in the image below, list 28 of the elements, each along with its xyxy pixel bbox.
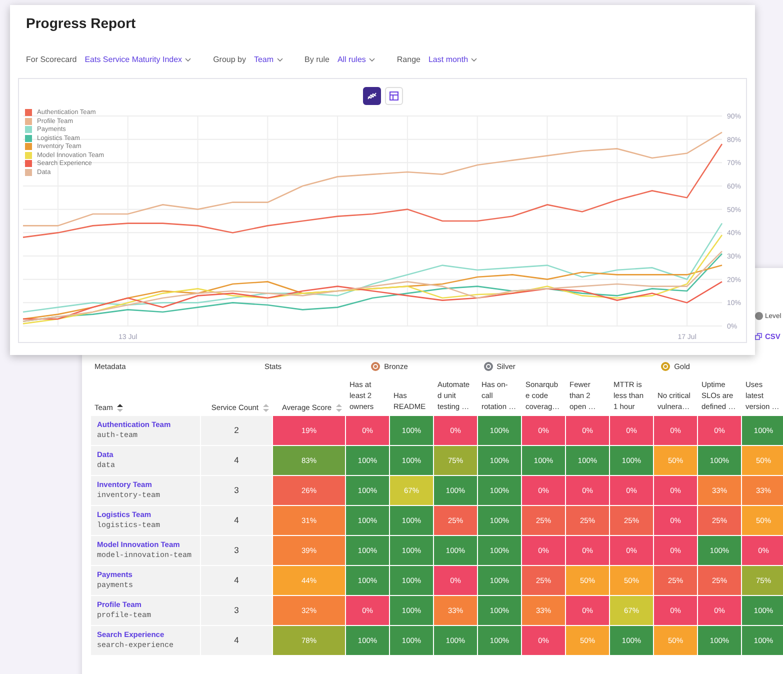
- service-count: 4: [200, 445, 272, 476]
- table-view-button[interactable]: [384, 87, 402, 105]
- filter-dropdown[interactable]: All rules: [337, 55, 375, 64]
- page-title: Progress Report: [26, 15, 137, 31]
- chart-view-button[interactable]: [362, 87, 380, 105]
- service-count: 3: [200, 595, 272, 626]
- caret-icon: [471, 58, 478, 62]
- service-count: 4: [200, 505, 272, 536]
- filter-dropdown[interactable]: Team: [254, 55, 283, 64]
- line-chart-icon: [366, 91, 376, 101]
- caret-icon: [368, 58, 375, 62]
- service-count: 4: [200, 565, 272, 596]
- caret-icon: [185, 58, 192, 62]
- sort-icon[interactable]: [116, 402, 123, 413]
- caret-icon: [276, 58, 283, 62]
- filter-label: Group by: [213, 55, 246, 64]
- filter-label: Range: [396, 55, 420, 64]
- filter-dropdown[interactable]: Last month: [428, 55, 478, 64]
- service-count: 3: [200, 535, 272, 566]
- filter-label: For Scorecard: [26, 55, 77, 64]
- levels-toggle[interactable]: [755, 312, 763, 320]
- filter-label: By rule: [304, 55, 330, 64]
- service-count: 4: [200, 625, 272, 656]
- service-count: 2: [200, 415, 272, 446]
- copy-icon: [755, 333, 762, 340]
- service-count: 3: [200, 475, 272, 506]
- filter-dropdown[interactable]: Eats Service Maturity Index: [84, 55, 192, 64]
- table-icon: [388, 91, 398, 101]
